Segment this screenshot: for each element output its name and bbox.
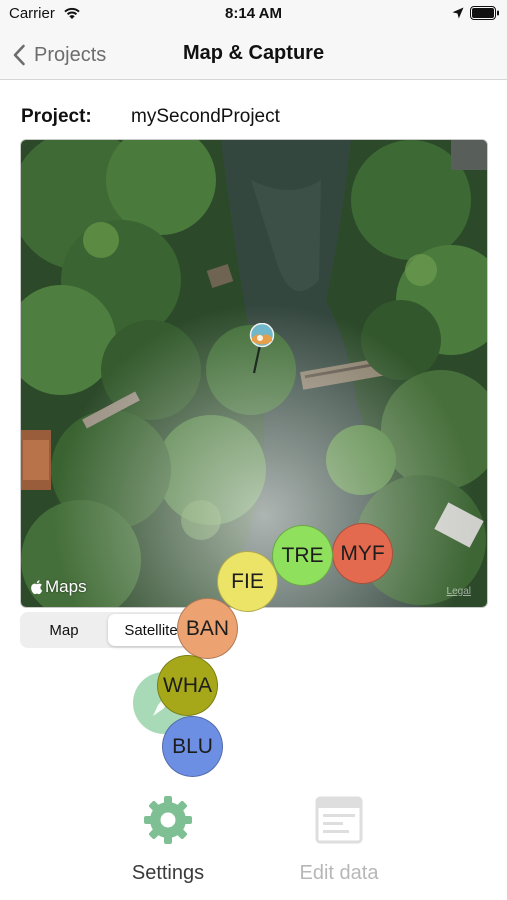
category-bubble-myf[interactable]: MYF: [332, 523, 393, 584]
category-code-label: FIE: [231, 569, 264, 593]
maps-attribution: Maps: [31, 577, 87, 597]
apple-logo-icon: [31, 580, 43, 595]
category-bubble-blu[interactable]: BLU: [162, 716, 223, 777]
category-bubble-tre[interactable]: TRE: [272, 525, 333, 586]
data-table-icon: [315, 796, 363, 844]
category-code-label: TRE: [281, 543, 324, 567]
maps-attribution-label: Maps: [45, 577, 87, 596]
category-code-label: MYF: [340, 541, 385, 565]
battery-icon: [470, 6, 499, 20]
tab-settings[interactable]: Settings: [108, 780, 228, 890]
category-bubble-fie[interactable]: FIE: [217, 551, 278, 612]
location-arrow-icon: [452, 7, 464, 19]
segment-map[interactable]: Map: [22, 614, 106, 646]
category-bubble-ban[interactable]: BAN: [177, 598, 238, 659]
status-bar: Carrier 8:14 AM: [0, 0, 507, 30]
bottom-tab-bar: Settings Edit data: [0, 780, 507, 900]
project-name: mySecondProject: [131, 106, 280, 127]
map-pin-icon[interactable]: [249, 323, 275, 375]
tab-edit-data[interactable]: Edit data: [279, 780, 399, 890]
tab-settings-label: Settings: [131, 862, 205, 884]
legal-link[interactable]: Legal: [447, 586, 471, 597]
navigation-bar: Projects Map & Capture: [0, 30, 507, 80]
gear-icon: [144, 796, 192, 844]
clock-time: 8:14 AM: [225, 5, 282, 22]
map-type-segmented-control: Map Satellite: [20, 612, 196, 648]
category-bubble-wha[interactable]: WHA: [157, 655, 218, 716]
tab-edit-data-label: Edit data: [299, 862, 379, 884]
category-code-label: BLU: [172, 734, 213, 758]
category-code-label: WHA: [163, 673, 212, 697]
project-label: Project:: [21, 106, 92, 127]
page-title: Map & Capture: [182, 42, 325, 64]
category-code-label: BAN: [185, 616, 230, 640]
